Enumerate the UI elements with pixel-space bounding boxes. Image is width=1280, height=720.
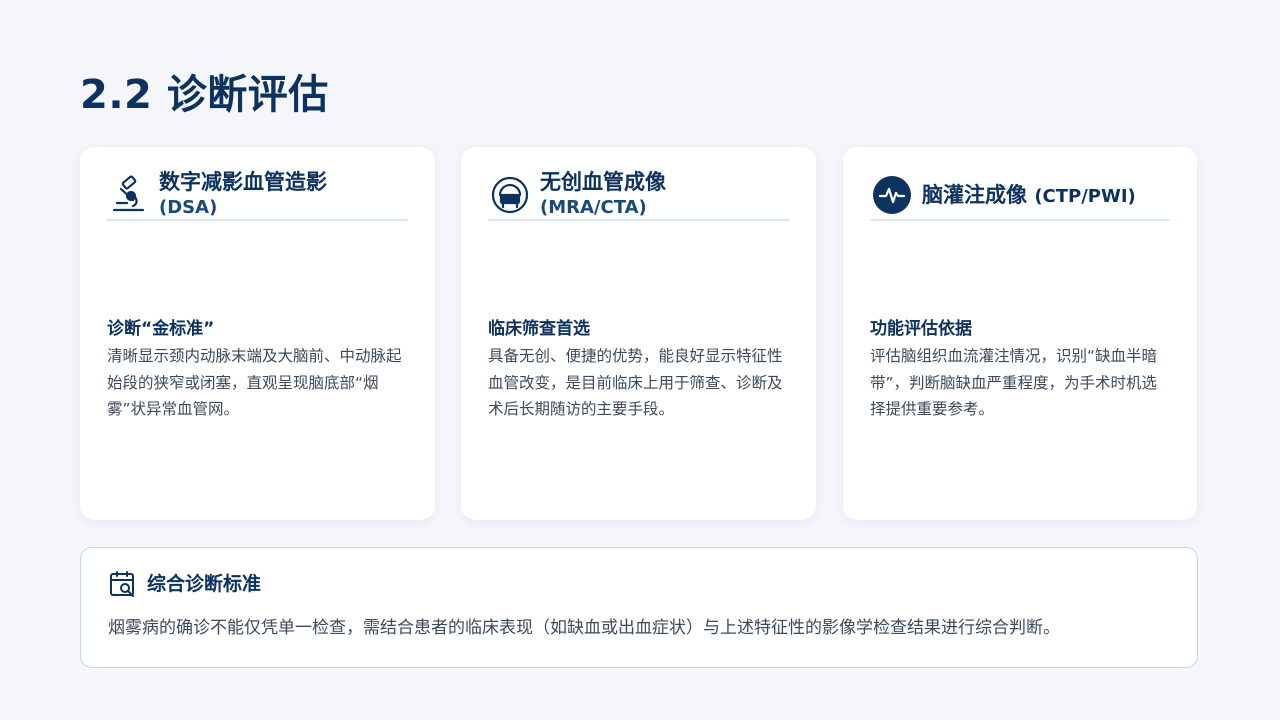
card-title: 无创血管成像 (MRA/CTA)	[540, 165, 789, 217]
microscope-icon	[109, 175, 149, 215]
card-body-text: 具备无创、便捷的优势，能良好显示特征性血管改变，是目前临床上用于筛查、诊断及术后…	[488, 347, 783, 418]
card-header: 数字减影血管造影 (DSA)	[107, 163, 408, 221]
card-title-text: 数字减影血管造影	[159, 170, 327, 194]
card-subtitle: (CTP/PWI)	[1034, 186, 1136, 207]
mra-cta-card: 无创血管成像 (MRA/CTA) 临床筛查首选 具备无创、便捷的优势，能良好显示…	[461, 147, 816, 520]
card-header: 脑灌注成像 (CTP/PWI)	[870, 163, 1170, 221]
card-body-text: 评估脑组织血流灌注情况，识别“缺血半暗带”，判断脑缺血严重程度，为手术时机选择提…	[870, 347, 1158, 418]
summary-panel: 综合诊断标准 烟雾病的确诊不能仅凭单一检查，需结合患者的临床表现（如缺血或出血症…	[80, 547, 1198, 668]
card-title: 数字减影血管造影 (DSA)	[159, 165, 408, 217]
calendar-search-icon	[109, 570, 137, 598]
card-body-text: 清晰显示颈内动脉末端及大脑前、中动脉起始段的狭窄或闭塞，直观呈现脑底部“烟雾”状…	[107, 347, 402, 418]
card-subtitle: (MRA/CTA)	[540, 197, 647, 218]
card-body-title: 诊断“金标准”	[107, 319, 215, 339]
card-body: 临床筛查首选 具备无创、便捷的优势，能良好显示特征性血管改变，是目前临床上用于筛…	[488, 317, 789, 423]
summary-text: 烟雾病的确诊不能仅凭单一检查，需结合患者的临床表现（如缺血或出血症状）与上述特征…	[108, 618, 1060, 638]
dsa-card: 数字减影血管造影 (DSA) 诊断“金标准” 清晰显示颈内动脉末端及大脑前、中动…	[80, 147, 435, 520]
card-title-text: 无创血管成像	[540, 170, 666, 194]
card-title: 脑灌注成像 (CTP/PWI)	[922, 181, 1170, 211]
pulse-wave-icon	[872, 175, 912, 215]
page-title: 2.2 诊断评估	[80, 72, 329, 118]
card-header: 无创血管成像 (MRA/CTA)	[488, 163, 789, 221]
card-body: 诊断“金标准” 清晰显示颈内动脉末端及大脑前、中动脉起始段的狭窄或闭塞，直观呈现…	[107, 317, 408, 423]
card-title-text: 脑灌注成像	[922, 183, 1027, 207]
card-body: 功能评估依据 评估脑组织血流灌注情况，识别“缺血半暗带”，判断脑缺血严重程度，为…	[870, 317, 1170, 423]
mri-scanner-icon	[490, 175, 530, 215]
card-subtitle: (DSA)	[159, 197, 218, 218]
card-body-title: 功能评估依据	[870, 319, 972, 339]
summary-title: 综合诊断标准	[147, 573, 262, 595]
perfusion-card: 脑灌注成像 (CTP/PWI) 功能评估依据 评估脑组织血流灌注情况，识别“缺血…	[843, 147, 1197, 520]
card-body-title: 临床筛查首选	[488, 319, 590, 339]
